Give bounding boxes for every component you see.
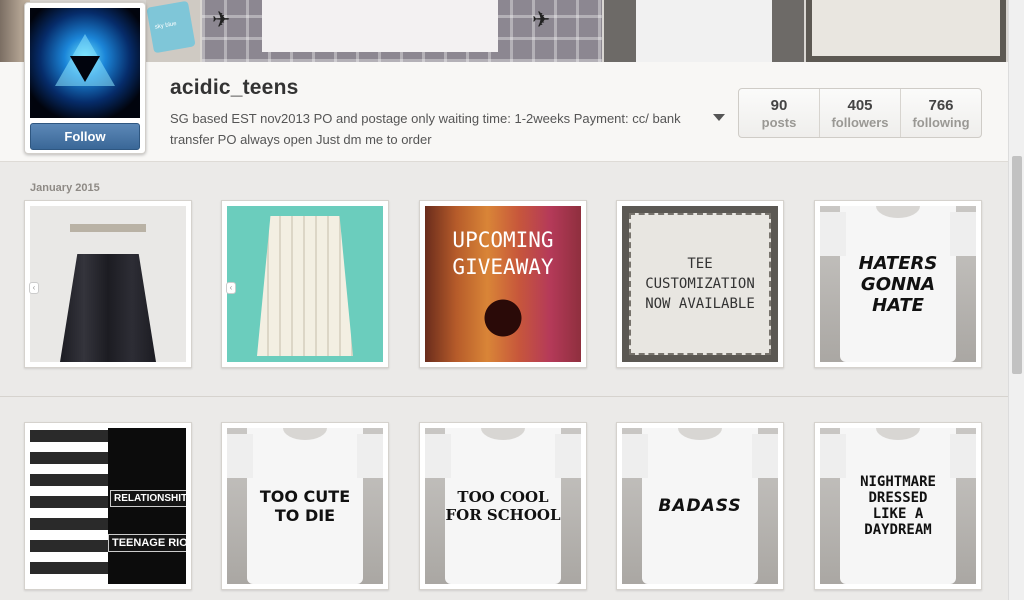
tshirt-print-text: NIGHTMARE DRESSED LIKE A DAYDREAM (860, 474, 936, 538)
photo-image (30, 206, 186, 362)
tshirt-sleeve (555, 434, 581, 478)
profile-username[interactable]: acidic_teens (170, 76, 298, 100)
cover-graphic: ✈ (212, 8, 231, 33)
stat-number: 90 (770, 97, 788, 114)
skirt-image (257, 216, 353, 356)
photo-caption-text: UPCOMING GIVEAWAY (452, 227, 554, 279)
avatar[interactable] (30, 8, 140, 118)
photo-tile[interactable]: UPCOMING GIVEAWAY (419, 200, 587, 368)
profile-bio: SG based EST nov2013 PO and postage only… (170, 111, 681, 147)
tshirt-sleeve (357, 434, 383, 478)
chevron-left-icon[interactable]: ‹ (226, 282, 236, 294)
tshirt-print-text: TOO CUTE TO DIE (259, 487, 351, 525)
feed-divider (0, 396, 1008, 397)
tshirt-sleeve (752, 434, 778, 478)
stat-label: posts (761, 115, 797, 130)
tshirt-sleeve (622, 434, 648, 478)
stat-number: 405 (847, 97, 873, 114)
tshirt-print-text: BADASS (658, 496, 742, 516)
vertical-scrollbar[interactable] (1008, 0, 1024, 600)
cover-tile (806, 0, 1006, 62)
photo-image: BADASS (622, 428, 778, 584)
photo-tile[interactable]: RELATIONSHIT. TEENAGE RIOT (24, 422, 192, 590)
photo-tile[interactable]: NIGHTMARE DRESSED LIKE A DAYDREAM (814, 422, 982, 590)
patch-text: TEENAGE RIOT (108, 534, 186, 552)
photo-image: TOO CUTE TO DIE (227, 428, 383, 584)
triforce-icon (70, 56, 100, 82)
photo-image: HATERS GONNA HATE (820, 206, 976, 362)
photo-tile[interactable] (24, 200, 192, 368)
cover-tile: sky blue (146, 0, 200, 62)
follow-button[interactable]: Follow (30, 123, 140, 150)
cover-tee (378, 0, 498, 52)
stat-label: followers (831, 115, 889, 130)
photo-tile[interactable]: TOO CUTE TO DIE (221, 422, 389, 590)
scrollbar-thumb[interactable] (1012, 156, 1022, 374)
tshirt-sleeve (820, 212, 846, 256)
photo-tile[interactable]: HATERS GONNA HATE (814, 200, 982, 368)
photo-tile[interactable] (221, 200, 389, 368)
photo-image: TEE CUSTOMIZATION NOW AVAILABLE (622, 206, 778, 362)
tshirt-sleeve (950, 212, 976, 256)
stat-posts[interactable]: 90 posts (739, 89, 820, 137)
photo-tile[interactable]: TEE CUSTOMIZATION NOW AVAILABLE (616, 200, 784, 368)
tshirt-sleeve (425, 434, 451, 478)
photo-tile[interactable]: TOO COOL FOR SCHOOL (419, 422, 587, 590)
photo-tile[interactable]: BADASS (616, 422, 784, 590)
photo-image: RELATIONSHIT. TEENAGE RIOT (30, 428, 186, 584)
patches-image (30, 428, 108, 584)
cover-photo-strip: sky blue ✈ ✈ (0, 0, 1008, 62)
photo-image: TOO COOL FOR SCHOOL (425, 428, 581, 584)
profile-header: Follow acidic_teens SG based EST nov2013… (0, 2, 1008, 162)
stat-label: following (912, 115, 970, 130)
photo-image (227, 206, 383, 362)
profile-stats: 90 posts 405 followers 766 following (738, 88, 982, 138)
stat-followers[interactable]: 405 followers (820, 89, 901, 137)
hanger-image (70, 224, 146, 232)
chevron-left-icon[interactable]: ‹ (29, 282, 39, 294)
cover-tile: ✈ ✈ (202, 0, 602, 62)
photo-caption-text: TEE CUSTOMIZATION NOW AVAILABLE (645, 255, 755, 313)
cover-tee (636, 0, 772, 62)
skirt-image (60, 254, 156, 362)
pouch-text: sky blue (154, 21, 178, 31)
cover-graphic: ✈ (532, 8, 551, 33)
avatar-card: Follow (24, 2, 146, 154)
patch-text: RELATIONSHIT. (110, 490, 186, 507)
photo-image: NIGHTMARE DRESSED LIKE A DAYDREAM (820, 428, 976, 584)
chevron-down-icon[interactable] (713, 114, 725, 121)
cover-tile (604, 0, 804, 62)
tshirt-sleeve (950, 434, 976, 478)
cover-tee (262, 0, 382, 52)
tshirt-print-text: HATERS GONNA HATE (858, 252, 938, 316)
pouch-image: sky blue (146, 0, 196, 54)
tree-graphic (475, 294, 531, 354)
tshirt-sleeve (227, 434, 253, 478)
month-heading: January 2015 (30, 182, 100, 194)
stat-following[interactable]: 766 following (901, 89, 981, 137)
photo-image: UPCOMING GIVEAWAY (425, 206, 581, 362)
tshirt-print-text: TOO COOL FOR SCHOOL (445, 488, 561, 524)
photo-frame: TEE CUSTOMIZATION NOW AVAILABLE (629, 213, 771, 355)
stat-number: 766 (928, 97, 954, 114)
tshirt-sleeve (820, 434, 846, 478)
